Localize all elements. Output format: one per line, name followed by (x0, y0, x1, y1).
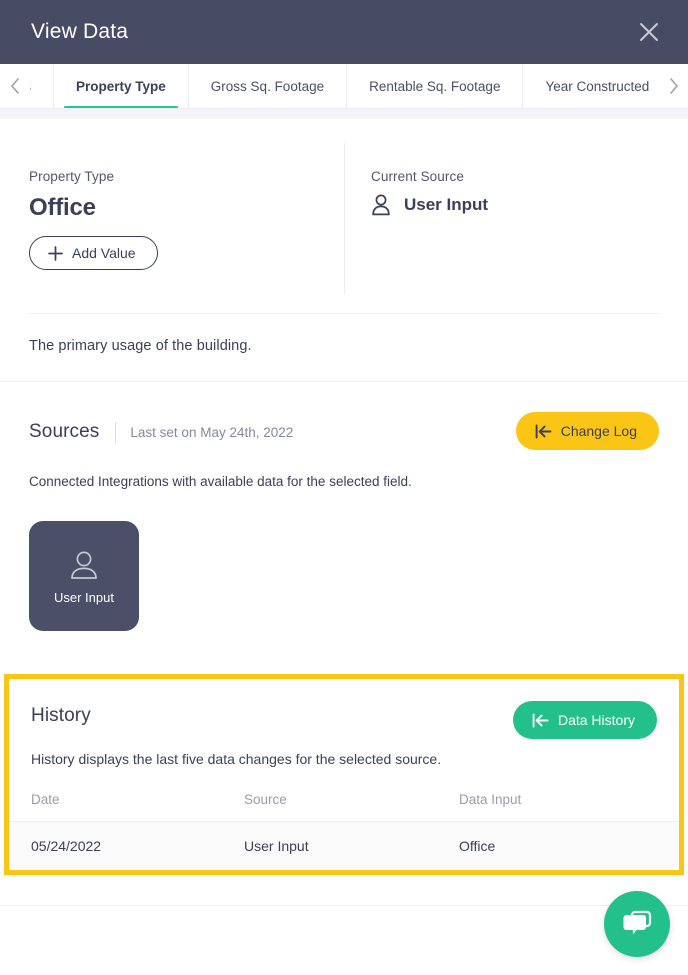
history-column-source: Source (244, 792, 287, 807)
sources-last-set: Last set on May 24th, 2022 (130, 424, 294, 440)
tab-gross-sq-footage[interactable]: Gross Sq. Footage (189, 64, 348, 108)
person-outline-icon (71, 551, 97, 579)
field-description: The primary usage of the building. (29, 338, 252, 354)
history-cell-source: User Input (244, 821, 459, 870)
modal-body: Property Type Office Add Value Current S… (0, 119, 688, 975)
tabs-scroll-area: dress Property Type Gross Sq. Footage Re… (30, 64, 658, 108)
history-title: History (31, 705, 91, 726)
history-section: History Data History History displays th… (4, 674, 684, 875)
person-icon (372, 194, 390, 216)
history-cell-date: 05/24/2022 (9, 821, 244, 870)
tab-year-constructed[interactable]: Year Constructed (523, 64, 658, 108)
field-value: Office (29, 194, 96, 221)
current-source-value-row: User Input (371, 194, 688, 216)
source-card-label: User Input (54, 589, 114, 605)
column-divider (344, 143, 345, 294)
table-row[interactable]: 05/24/2022 User Input Office (9, 821, 679, 870)
history-column-date: Date (31, 792, 60, 807)
skip-to-start-icon (532, 713, 549, 727)
data-history-button[interactable]: Data History (512, 701, 657, 739)
tab-rentable-sq-footage[interactable]: Rentable Sq. Footage (347, 64, 524, 108)
page-title: View Data (31, 20, 129, 43)
add-value-button[interactable]: Add Value (29, 236, 158, 270)
chevron-left-icon (10, 78, 19, 94)
history-cell-data-input: Office (459, 821, 679, 870)
current-source-label: Current Source (371, 169, 464, 184)
field-tabbar: dress Property Type Gross Sq. Footage Re… (0, 64, 688, 109)
chat-widget-button[interactable] (604, 891, 670, 957)
modal-titlebar: View Data (0, 0, 688, 64)
current-source-column: Current Source User Input (344, 143, 688, 313)
data-history-label: Data History (557, 712, 635, 728)
sources-description: Connected Integrations with available da… (29, 474, 412, 489)
history-table-header-row: Date Source Data Input (9, 792, 679, 822)
chevron-right-icon (669, 78, 678, 94)
change-log-button[interactable]: Change Log (515, 412, 659, 450)
source-card-user-input[interactable]: User Input (29, 521, 139, 631)
chat-bubbles-icon (623, 910, 652, 935)
footer-area (0, 906, 688, 953)
skip-to-start-icon (535, 424, 552, 438)
footer-spacer (0, 875, 688, 905)
tabbar-shadow-strip (0, 109, 688, 119)
sources-title-separator (115, 421, 117, 443)
current-source-value: User Input (404, 195, 489, 214)
plus-icon (48, 245, 63, 261)
sources-section: Sources Last set on May 24th, 2022 Chang… (0, 382, 688, 674)
history-column-data-input: Data Input (459, 792, 522, 807)
history-table: Date Source Data Input 05/24/2022 User I… (9, 792, 679, 870)
tab-address[interactable]: dress (30, 64, 55, 108)
tabs-scroll-left-button[interactable] (0, 64, 30, 108)
tabs-scroll-right-button[interactable] (658, 64, 688, 108)
value-source-row: Property Type Office Add Value Current S… (0, 119, 688, 313)
close-icon (640, 23, 658, 41)
history-description: History displays the last five data chan… (31, 751, 442, 767)
tab-property-type[interactable]: Property Type (54, 64, 189, 108)
view-data-modal: View Data dress Property Type Gross Sq. … (0, 0, 688, 975)
close-button[interactable] (632, 15, 666, 49)
add-value-label: Add Value (72, 245, 136, 261)
change-log-label: Change Log (560, 423, 637, 439)
sources-spacer (29, 631, 659, 674)
field-label: Property Type (29, 169, 115, 184)
field-value-column: Property Type Office Add Value (0, 143, 344, 313)
sources-title: Sources (29, 421, 100, 442)
